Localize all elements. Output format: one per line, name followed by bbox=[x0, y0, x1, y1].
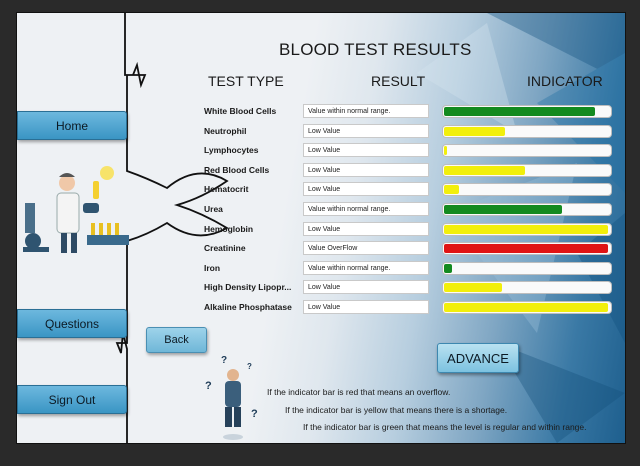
table-row: Red Blood Cells Low Value bbox=[204, 162, 614, 179]
indicator-bar bbox=[442, 203, 612, 216]
indicator-fill bbox=[444, 165, 526, 175]
column-header-indicator: INDICATOR bbox=[527, 73, 603, 89]
result-field: Value within normal range. bbox=[303, 260, 429, 275]
column-header-result: RESULT bbox=[371, 73, 426, 89]
test-name: Creatinine bbox=[204, 243, 246, 254]
indicator-fill bbox=[444, 185, 459, 195]
indicator-fill bbox=[444, 126, 506, 136]
test-name: Neutrophil bbox=[204, 125, 247, 136]
test-name: High Density Lipopr... bbox=[204, 282, 292, 293]
result-field: Low Value bbox=[303, 280, 429, 295]
sign-out-button[interactable]: Sign Out bbox=[17, 385, 127, 414]
test-name: Lymphocytes bbox=[204, 145, 259, 156]
indicator-bar bbox=[442, 105, 612, 118]
indicator-fill bbox=[444, 224, 609, 234]
indicator-bar bbox=[442, 124, 612, 138]
back-button[interactable]: Back bbox=[146, 327, 207, 353]
indicator-bar bbox=[442, 222, 612, 236]
svg-text:?: ? bbox=[247, 362, 252, 371]
legend-note-green: If the indicator bar is green that means… bbox=[303, 422, 587, 432]
table-row: Lymphocytes Low Value bbox=[204, 143, 614, 159]
indicator-bar bbox=[442, 301, 612, 314]
indicator-fill bbox=[444, 146, 448, 156]
test-name: Hematocrit bbox=[204, 184, 249, 195]
table-row: Urea Value within normal range. bbox=[204, 202, 614, 218]
table-row: White Blood Cells Value within normal ran… bbox=[204, 104, 614, 120]
legend-note-yellow: If the indicator bar is yellow that mean… bbox=[285, 405, 508, 415]
home-button[interactable]: Home bbox=[17, 111, 127, 140]
app-window: BLOOD TEST RESULTS TEST TYPE RESULT INDI… bbox=[16, 12, 626, 444]
questions-button[interactable]: Questions bbox=[17, 309, 127, 338]
table-row: Iron Value within normal range. bbox=[204, 260, 614, 277]
test-name: Alkaline Phosphatase bbox=[204, 302, 292, 312]
thinking-person-illustration: ? ? ? ? bbox=[205, 355, 258, 440]
table-row: Creatinine Value OverFlow bbox=[204, 241, 614, 257]
doctor-illustration bbox=[23, 166, 129, 253]
indicator-fill bbox=[444, 205, 562, 214]
table-row: Hemoglobin Low Value bbox=[204, 221, 614, 238]
indicator-bar bbox=[442, 281, 612, 295]
column-header-test-type: TEST TYPE bbox=[208, 73, 284, 89]
svg-text:?: ? bbox=[251, 408, 258, 420]
table-row: Neutrophil Low Value bbox=[204, 123, 614, 140]
table-row: Hematocrit Low Value bbox=[204, 182, 614, 198]
indicator-bar bbox=[442, 261, 612, 275]
result-field: Low Value bbox=[303, 221, 429, 236]
test-name: Red Blood Cells bbox=[204, 164, 270, 175]
page-title: BLOOD TEST RESULTS bbox=[279, 40, 472, 59]
test-name: Hemoglobin bbox=[204, 223, 254, 234]
result-field: Value within normal range. bbox=[303, 202, 429, 216]
indicator-fill bbox=[444, 263, 453, 273]
table-row: Alkaline Phosphatase Low Value bbox=[204, 300, 614, 316]
result-field: Value OverFlow bbox=[303, 241, 429, 256]
result-field: Low Value bbox=[303, 300, 429, 314]
indicator-fill bbox=[444, 283, 503, 293]
result-field: Low Value bbox=[303, 182, 429, 197]
test-name: Iron bbox=[204, 262, 221, 273]
table-row: High Density Lipopr... Low Value bbox=[204, 280, 614, 296]
result-field: Low Value bbox=[303, 123, 429, 138]
indicator-bar bbox=[442, 163, 612, 177]
indicator-bar bbox=[442, 242, 612, 256]
advance-button[interactable]: ADVANCE bbox=[437, 343, 519, 373]
result-field: Low Value bbox=[303, 143, 429, 158]
test-name: White Blood Cells bbox=[204, 106, 277, 116]
result-field: Low Value bbox=[303, 162, 429, 177]
test-name: Urea bbox=[204, 204, 223, 214]
svg-text:?: ? bbox=[221, 355, 227, 366]
result-field: Value within normal range. bbox=[303, 104, 429, 118]
svg-text:?: ? bbox=[205, 380, 212, 392]
indicator-bar bbox=[442, 183, 612, 197]
indicator-fill bbox=[444, 303, 609, 312]
indicator-fill bbox=[444, 107, 596, 116]
indicator-bar bbox=[442, 144, 612, 158]
indicator-fill bbox=[444, 244, 609, 254]
legend-note-red: If the indicator bar is red that means a… bbox=[267, 387, 451, 397]
